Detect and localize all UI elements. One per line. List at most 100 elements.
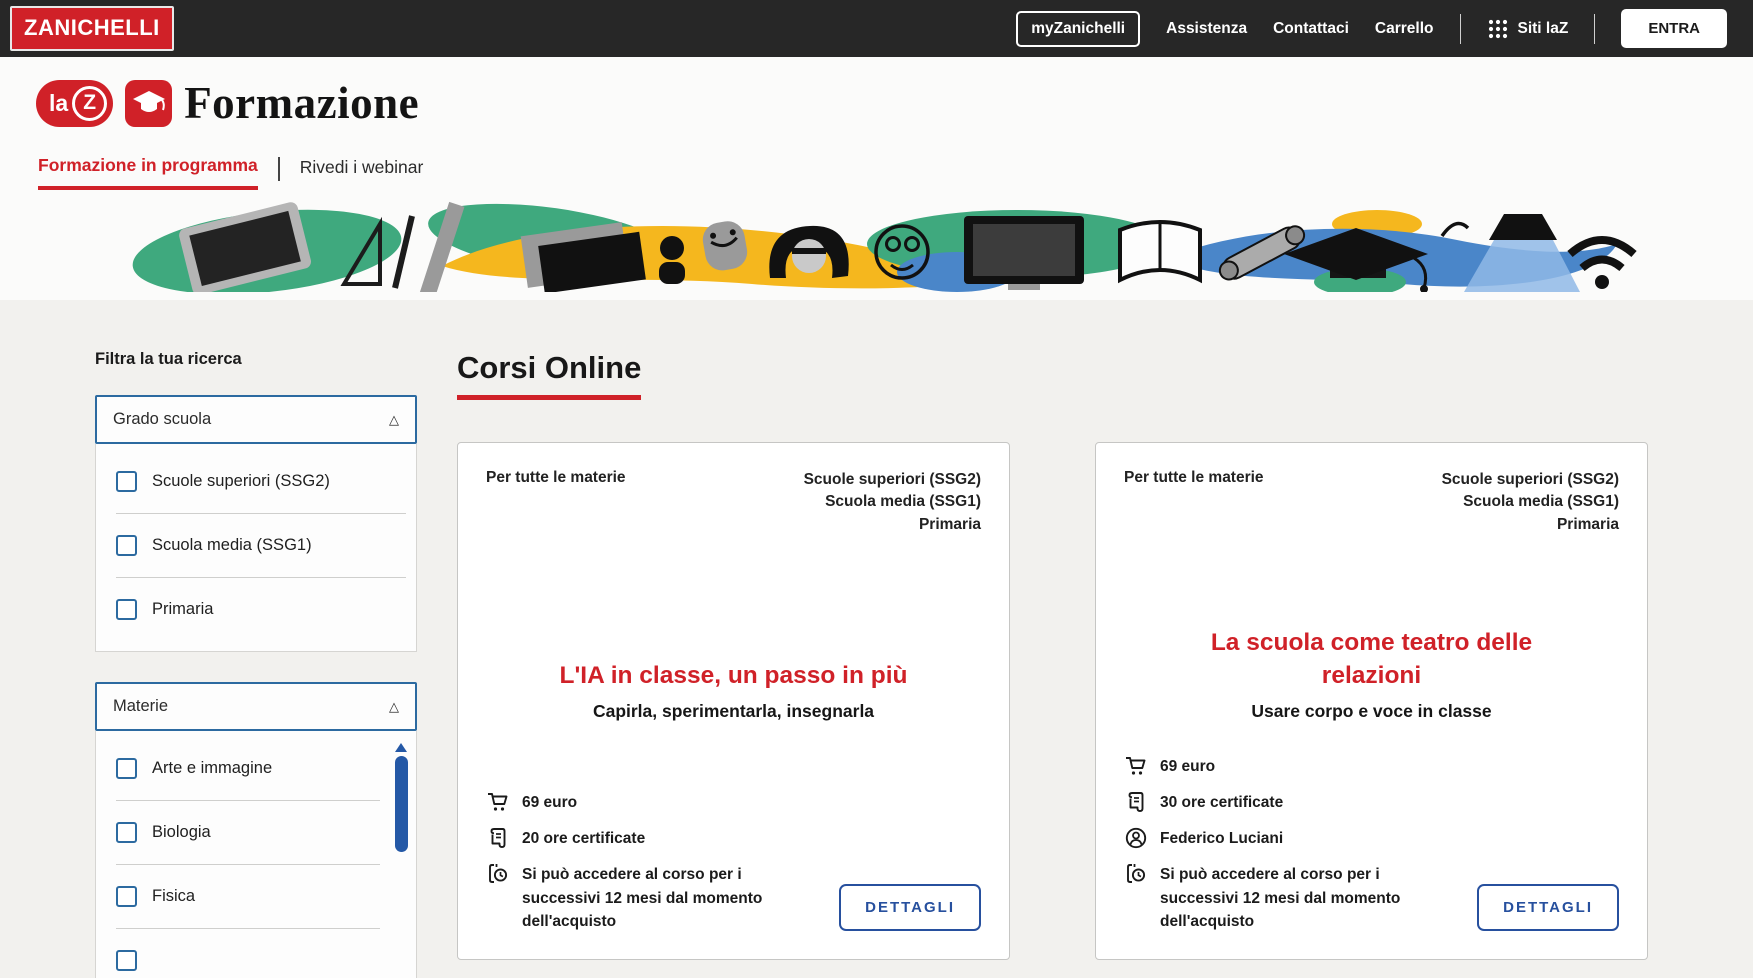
option-label: Scuola media (SSG1) <box>152 536 312 554</box>
siti-laz-label: Siti laZ <box>1517 19 1569 37</box>
hours-row: 30 ore certificate <box>1124 791 1619 814</box>
nav-contattaci[interactable]: Contattaci <box>1273 20 1349 38</box>
banner-band <box>0 190 1753 300</box>
laz-z-badge: Z <box>72 85 108 121</box>
price-value: 69 euro <box>1160 757 1216 775</box>
calendar-clock-icon <box>1127 864 1146 884</box>
page-title: Corsi Online <box>457 350 642 400</box>
materie-scrollbar[interactable] <box>394 743 408 852</box>
option-primaria[interactable]: Primaria <box>96 578 416 641</box>
hours-value: 20 ore certificate <box>522 830 646 847</box>
option-fisica[interactable]: Fisica <box>96 865 390 928</box>
laz-pill-logo: la Z <box>36 79 114 127</box>
card-header: Per tutte le materie Scuole superiori (S… <box>486 469 981 536</box>
collapse-triangle-icon: △ <box>389 411 399 427</box>
content-area: Filtra la tua ricerca Grado scuola △ Scu… <box>0 300 1753 978</box>
tab-rivedi-i-webinar[interactable]: Rivedi i webinar <box>300 157 424 188</box>
zanichelli-logo[interactable]: ZANICHELLI <box>10 6 174 51</box>
top-nav: myZanichelli Assistenza Contattaci Carre… <box>1016 9 1727 48</box>
option-label: Biologia <box>152 823 211 841</box>
option-scuole-superiori[interactable]: Scuole superiori (SSG2) <box>96 450 416 513</box>
nav-assistenza[interactable]: Assistenza <box>1166 20 1247 38</box>
card-level: Primaria <box>918 515 981 533</box>
instructor-value: Federico Luciani <box>1160 830 1284 847</box>
access-value: Si può accedere al corso per i successiv… <box>1160 866 1401 930</box>
tab-formazione-in-programma[interactable]: Formazione in programma <box>38 155 258 190</box>
monitor-illustration <box>963 216 1084 290</box>
nav-siti-laz[interactable]: Siti laZ <box>1487 18 1569 40</box>
page-brand-title: Formazione <box>184 78 420 128</box>
course-subtitle: Capirla, sperimentarla, insegnarla <box>592 701 875 722</box>
filters-title: Filtra la tua ricerca <box>95 350 242 368</box>
checkbox-fisica[interactable] <box>116 886 137 907</box>
grado-scuola-label: Grado scuola <box>113 410 212 428</box>
details-button[interactable]: DETTAGLI <box>839 884 981 931</box>
materie-label: Materie <box>113 697 169 715</box>
price-row: 69 euro <box>1124 755 1619 778</box>
card-title-block: L'IA in classe, un passo in più Capirla,… <box>486 564 981 722</box>
hours-value: 30 ore certificate <box>1160 793 1284 811</box>
instructor-row: Federico Luciani <box>1124 827 1619 850</box>
cart-icon <box>488 792 508 811</box>
card-level: Scuole superiori (SSG2) <box>803 471 981 488</box>
top-bar: ZANICHELLI myZanichelli Assistenza Conta… <box>0 0 1753 57</box>
person-icon <box>1125 827 1147 849</box>
option-biologia[interactable]: Biologia <box>96 801 390 864</box>
card-category: Per tutte le materie <box>486 469 626 486</box>
option-label: Primaria <box>152 600 214 618</box>
option-label: Arte e immagine <box>152 759 273 777</box>
graduation-cap-icon <box>125 79 173 127</box>
login-button[interactable]: ENTRA <box>1621 9 1727 48</box>
course-card-ia-in-classe: Per tutte le materie Scuole superiori (S… <box>457 442 1010 960</box>
card-level: Scuole superiori (SSG2) <box>1441 471 1619 488</box>
laz-la-text: la <box>49 89 69 116</box>
nav-myzanichelli[interactable]: myZanichelli <box>1016 10 1141 47</box>
price-value: 69 euro <box>522 793 578 811</box>
checkbox-arte-e-immagine[interactable] <box>116 758 137 779</box>
nav-divider <box>1459 13 1461 44</box>
nav-carrello[interactable]: Carrello <box>1375 20 1434 38</box>
option-label: Fisica <box>152 887 196 905</box>
nav-divider <box>1594 13 1596 44</box>
option-partial[interactable] <box>96 929 390 978</box>
option-scuola-media[interactable]: Scuola media (SSG1) <box>96 514 416 577</box>
scrollbar-thumb[interactable] <box>394 756 408 852</box>
main-panel: Corsi Online Per tutte le materie Scuole… <box>457 350 1648 973</box>
checkbox-partial[interactable] <box>116 950 137 971</box>
grado-scuola-options: Scuole superiori (SSG2) Scuola media (SS… <box>95 444 417 652</box>
course-title[interactable]: L'IA in classe, un passo in più <box>486 659 981 692</box>
checkbox-scuole-superiori[interactable] <box>116 471 137 492</box>
filter-group-materie: Materie △ Arte e immagine Biologia Fisic… <box>95 682 417 978</box>
filter-group-grado-scuola: Grado scuola △ Scuole superiori (SSG2) S… <box>95 395 417 652</box>
course-subtitle: Usare corpo e voce in classe <box>1251 701 1492 722</box>
course-cards: Per tutte le materie Scuole superiori (S… <box>457 442 1648 960</box>
hours-row: 20 ore certificate <box>486 827 981 850</box>
materie-header[interactable]: Materie △ <box>95 682 417 731</box>
pencil-illustration <box>391 215 415 289</box>
tabs: Formazione in programma Rivedi i webinar <box>38 155 1753 190</box>
option-label: Scuole superiori (SSG2) <box>152 472 330 490</box>
option-arte-e-immagine[interactable]: Arte e immagine <box>96 737 390 800</box>
certificate-icon <box>1128 791 1144 812</box>
decorative-banner-illustration <box>132 201 1637 292</box>
checkbox-primaria[interactable] <box>116 599 137 620</box>
card-level: Scuola media (SSG1) <box>825 493 981 511</box>
materie-options: Arte e immagine Biologia Fisica <box>95 731 417 978</box>
certificate-icon <box>490 828 506 848</box>
scrollbar-up-arrow-icon[interactable] <box>395 743 407 752</box>
brand-logo[interactable]: la Z Formazione <box>36 77 1753 129</box>
course-card-scuola-teatro: Per tutte le materie Scuole superiori (S… <box>1095 442 1648 960</box>
card-levels: Scuole superiori (SSG2) Scuola media (SS… <box>1442 469 1619 536</box>
tab-divider <box>277 156 280 181</box>
details-button[interactable]: DETTAGLI <box>1477 884 1619 931</box>
price-row: 69 euro <box>486 791 981 814</box>
course-title[interactable]: La scuola come teatro delle relazioni <box>1184 626 1559 692</box>
cart-icon <box>1126 756 1146 775</box>
checkbox-biologia[interactable] <box>116 822 137 843</box>
checkbox-scuola-media[interactable] <box>116 535 137 556</box>
card-levels: Scuole superiori (SSG2) Scuola media (SS… <box>804 469 981 536</box>
filters-sidebar: Filtra la tua ricerca Grado scuola △ Scu… <box>95 350 417 978</box>
calendar-clock-icon <box>489 864 508 884</box>
grado-scuola-header[interactable]: Grado scuola △ <box>95 395 417 444</box>
card-level: Primaria <box>1556 515 1619 533</box>
